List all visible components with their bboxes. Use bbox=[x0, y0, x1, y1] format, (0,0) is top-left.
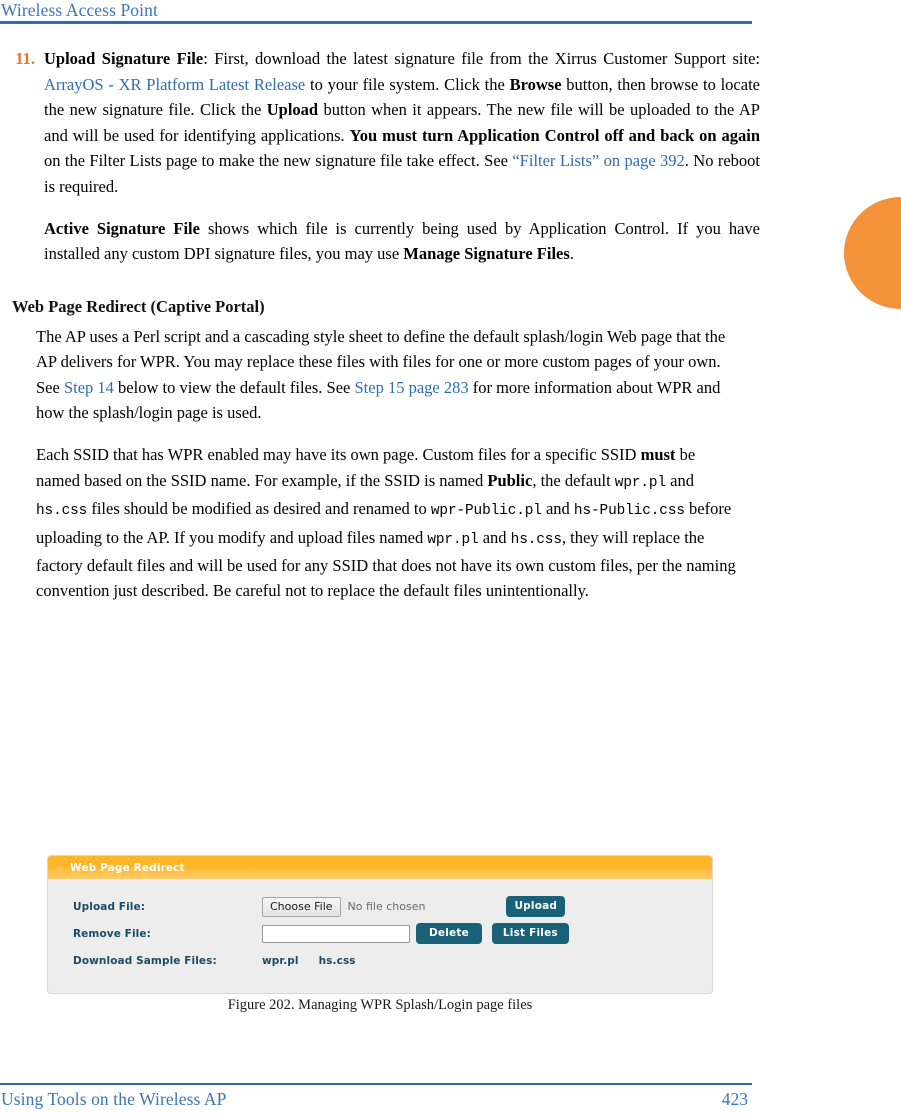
step-number: 11. bbox=[15, 49, 35, 68]
section-heading-web-page-redirect: Web Page Redirect (Captive Portal) bbox=[12, 296, 265, 316]
step2-text-2: . bbox=[569, 244, 574, 264]
remove-file-controls: Delete List Files bbox=[262, 923, 569, 944]
bold-upload: Upload bbox=[266, 100, 319, 120]
code-wpr-pl-2: wpr.pl bbox=[427, 531, 479, 548]
figure-caption: Figure 202. Managing WPR Splash/Login pa… bbox=[227, 997, 533, 1013]
code-hs-public-css: hs-Public.css bbox=[573, 503, 685, 520]
bold-public: Public bbox=[487, 470, 533, 490]
label-remove-file: Remove File: bbox=[73, 927, 151, 940]
bold-browse: Browse bbox=[509, 74, 562, 94]
header-divider-rule bbox=[0, 21, 752, 24]
no-file-chosen-text: No file chosen bbox=[347, 900, 426, 913]
bold-must-turn-app-control: You must turn Application Control off an… bbox=[349, 125, 761, 145]
link-step-14[interactable]: Step 14 bbox=[64, 378, 114, 397]
code-wpr-pl-1: wpr.pl bbox=[614, 474, 666, 491]
sec-p1-text-b: below to view the default files. See bbox=[113, 377, 355, 397]
footer-title: Using Tools on the Wireless AP bbox=[1, 1089, 227, 1109]
remove-file-input[interactable] bbox=[262, 924, 410, 943]
link-step-15-page-283[interactable]: Step 15 page 283 bbox=[354, 378, 468, 397]
page-content: 11. Upload Signature File: First, downlo… bbox=[0, 40, 760, 604]
row-upload-file: Upload File: Choose File No file chosen … bbox=[48, 895, 712, 918]
link-arrayos-latest-release[interactable]: ArrayOS - XR Platform Latest Release bbox=[44, 75, 305, 94]
code-wpr-public-pl: wpr-Public.pl bbox=[430, 503, 542, 520]
step-text-1: : First, download the latest signature f… bbox=[203, 49, 760, 68]
sec-p2-text-e: files should be modified as desired and … bbox=[87, 499, 431, 519]
term-upload-signature-file: Upload Signature File bbox=[44, 49, 204, 68]
step-text-5: on the Filter Lists page to make the new… bbox=[44, 151, 513, 171]
web-page-redirect-panel: Web Page Redirect Upload File: Choose Fi… bbox=[47, 855, 713, 994]
page-running-footer: Using Tools on the Wireless AP 423 bbox=[0, 1082, 752, 1114]
panel-header[interactable]: Web Page Redirect bbox=[48, 856, 712, 879]
link-hs-css[interactable]: hs.css bbox=[319, 955, 356, 967]
bold-manage-signature-files: Manage Signature Files bbox=[403, 244, 570, 264]
panel-title: Web Page Redirect bbox=[70, 861, 185, 874]
download-sample-links: wpr.pl hs.css bbox=[262, 955, 356, 967]
footer-inner: Using Tools on the Wireless AP 423 bbox=[0, 1085, 752, 1114]
section-paragraph-1: The AP uses a Perl script and a cascadin… bbox=[36, 324, 741, 426]
step-text-2: to your file system. Click the bbox=[305, 74, 510, 94]
panel-body: Upload File: Choose File No file chosen … bbox=[48, 879, 712, 993]
upload-button[interactable]: Upload bbox=[506, 896, 566, 917]
figure-web-page-redirect: Web Page Redirect Upload File: Choose Fi… bbox=[47, 855, 713, 994]
chevron-up-icon[interactable] bbox=[55, 862, 66, 873]
page-header-title: Wireless Access Point bbox=[1, 0, 158, 20]
page-running-header: Wireless Access Point bbox=[0, 0, 752, 27]
section-paragraph-2: Each SSID that has WPR enabled may have … bbox=[36, 442, 741, 603]
step-paragraph: Upload Signature File: First, download t… bbox=[44, 46, 760, 200]
bold-must: must bbox=[640, 445, 676, 465]
sec-p2-text-c: , the default bbox=[532, 470, 615, 490]
file-input[interactable]: Choose File No file chosen bbox=[262, 896, 426, 917]
page-number: 423 bbox=[721, 1089, 748, 1109]
link-filter-lists-page-392[interactable]: “Filter Lists” on page 392 bbox=[512, 151, 684, 170]
delete-button[interactable]: Delete bbox=[416, 923, 482, 944]
upload-file-controls: Choose File No file chosen Upload bbox=[262, 896, 566, 917]
step-paragraph-2: Active Signature File shows which file i… bbox=[44, 216, 760, 267]
row-remove-file: Remove File: Delete List Files bbox=[48, 922, 712, 945]
code-hs-css-1: hs.css bbox=[36, 503, 88, 520]
label-download-sample-files: Download Sample Files: bbox=[73, 954, 217, 967]
step-body: Upload Signature File: First, download t… bbox=[44, 46, 760, 267]
sec-p2-text-d: and bbox=[666, 470, 694, 490]
label-upload-file: Upload File: bbox=[73, 900, 146, 913]
term-active-signature-file: Active Signature File bbox=[44, 218, 200, 238]
row-download-sample-files: Download Sample Files: wpr.pl hs.css bbox=[48, 949, 712, 972]
list-files-button[interactable]: List Files bbox=[491, 923, 569, 944]
code-hs-css-2: hs.css bbox=[510, 531, 562, 548]
link-wpr-pl[interactable]: wpr.pl bbox=[262, 955, 299, 967]
sec-p2-text-a: Each SSID that has WPR enabled may have … bbox=[36, 445, 641, 465]
sec-p2-text-h: and bbox=[478, 527, 511, 547]
orange-edge-tab-icon bbox=[844, 197, 901, 309]
list-item: 11. Upload Signature File: First, downlo… bbox=[0, 46, 760, 267]
section-body: The AP uses a Perl script and a cascadin… bbox=[0, 324, 736, 604]
choose-file-button[interactable]: Choose File bbox=[262, 896, 341, 917]
sec-p2-text-f: and bbox=[541, 499, 574, 519]
